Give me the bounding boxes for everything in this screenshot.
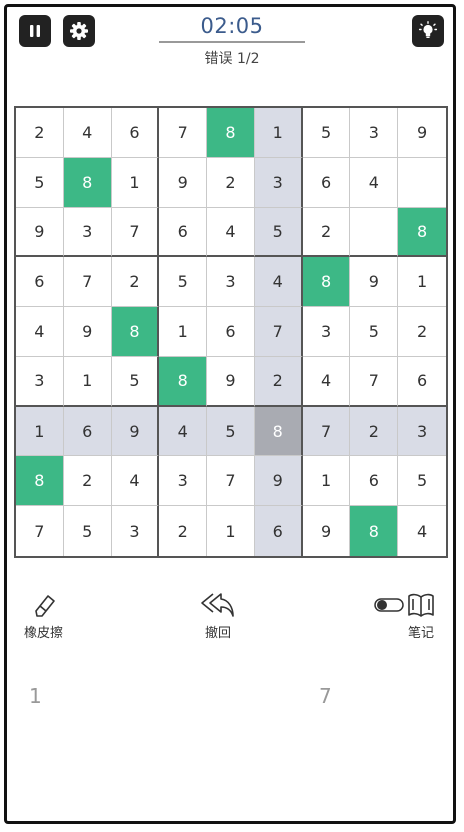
sudoku-cell-r1c1[interactable]: 2: [16, 108, 64, 158]
sudoku-cell-r8c4[interactable]: 3: [159, 456, 208, 507]
sudoku-cell-r9c9[interactable]: 4: [398, 506, 446, 556]
sudoku-cell-r3c6[interactable]: 5: [254, 207, 303, 258]
sudoku-cell-r1c8[interactable]: 3: [350, 108, 399, 158]
sudoku-cell-r7c1[interactable]: 1: [16, 406, 64, 457]
undo-label: 撤回: [204, 626, 231, 641]
sudoku-cell-r2c8[interactable]: 4: [350, 157, 399, 208]
sudoku-cell-r8c3[interactable]: 4: [111, 456, 160, 507]
sudoku-cell-r5c4[interactable]: 1: [159, 307, 208, 357]
sudoku-cell-r3c3[interactable]: 7: [111, 207, 160, 258]
sudoku-cell-r4c9[interactable]: 1: [398, 257, 446, 308]
sudoku-cell-r9c6[interactable]: 6: [254, 506, 303, 556]
sudoku-cell-r7c3[interactable]: 9: [111, 406, 160, 457]
sudoku-cell-r1c9[interactable]: 9: [398, 108, 446, 158]
sudoku-cell-r8c7[interactable]: 1: [302, 456, 351, 507]
sudoku-cell-r8c5[interactable]: 7: [207, 456, 255, 507]
timer-divider: [159, 41, 305, 43]
sudoku-cell-r4c8[interactable]: 9: [350, 257, 399, 308]
sudoku-cell-r9c5[interactable]: 1: [207, 506, 255, 556]
sudoku-cell-r1c7[interactable]: 5: [302, 108, 351, 158]
numpad-key-1[interactable]: 1: [29, 684, 42, 708]
sudoku-cell-r7c8[interactable]: 2: [350, 406, 399, 457]
sudoku-cell-r4c1[interactable]: 6: [16, 257, 64, 308]
sudoku-cell-r6c9[interactable]: 6: [398, 357, 446, 407]
sudoku-cell-r6c7[interactable]: 4: [302, 356, 351, 407]
sudoku-cell-r4c5[interactable]: 3: [207, 257, 255, 308]
lightbulb-icon: [418, 21, 438, 38]
eraser-label: 橡皮擦: [24, 626, 64, 641]
eraser-button[interactable]: 橡皮擦: [24, 590, 63, 641]
sudoku-cell-r8c9[interactable]: 5: [398, 456, 446, 507]
sudoku-cell-r6c5[interactable]: 9: [207, 356, 255, 407]
sudoku-cell-r6c2[interactable]: 1: [63, 356, 112, 407]
numpad-key-7[interactable]: 7: [319, 684, 332, 708]
undo-button[interactable]: 撤回: [199, 590, 237, 641]
sudoku-cell-r6c6[interactable]: 2: [254, 356, 303, 407]
sudoku-cell-r9c3[interactable]: 3: [112, 506, 160, 556]
sudoku-cell-r5c6[interactable]: 7: [254, 307, 303, 357]
sudoku-cell-r3c2[interactable]: 3: [63, 207, 112, 258]
sudoku-cell-r1c3[interactable]: 6: [111, 108, 160, 158]
notes-toggle-icon[interactable]: [374, 597, 404, 613]
timer: 02:05: [200, 14, 264, 38]
sudoku-cell-r9c7[interactable]: 9: [303, 506, 351, 556]
sudoku-cell-r6c4[interactable]: 8: [159, 356, 208, 407]
sudoku-cell-r7c7[interactable]: 7: [302, 406, 351, 457]
sudoku-cell-r5c8[interactable]: 5: [350, 307, 399, 357]
sudoku-cell-r3c5[interactable]: 4: [207, 207, 255, 258]
hint-button[interactable]: [412, 15, 444, 47]
sudoku-cell-r7c6[interactable]: 8: [254, 406, 303, 457]
sudoku-cell-r5c9[interactable]: 2: [398, 307, 446, 357]
sudoku-cell-r5c3[interactable]: 8: [111, 307, 160, 357]
sudoku-cell-r2c3[interactable]: 1: [111, 157, 160, 208]
sudoku-cell-r1c5[interactable]: 8: [207, 108, 255, 158]
sudoku-cell-r2c6[interactable]: 3: [254, 157, 303, 208]
sudoku-cell-r5c1[interactable]: 4: [16, 307, 64, 357]
sudoku-cell-r6c3[interactable]: 5: [111, 356, 160, 407]
sudoku-cell-r4c6[interactable]: 4: [254, 257, 303, 308]
sudoku-cell-r6c8[interactable]: 7: [350, 356, 399, 407]
undo-icon: [201, 593, 234, 617]
book-icon: [408, 593, 434, 617]
sudoku-cell-r9c8[interactable]: 8: [350, 506, 399, 556]
sudoku-cell-r2c9[interactable]: [398, 158, 446, 208]
sudoku-cell-r3c9[interactable]: 8: [398, 207, 446, 258]
sudoku-cell-r9c4[interactable]: 2: [159, 506, 208, 556]
sudoku-cell-r4c2[interactable]: 7: [63, 257, 112, 308]
sudoku-cell-r7c2[interactable]: 6: [63, 406, 112, 457]
sudoku-cell-r3c8[interactable]: [350, 207, 399, 258]
notes-button[interactable]: 笔记: [374, 590, 436, 641]
sudoku-cell-r7c4[interactable]: 4: [159, 406, 208, 457]
sudoku-cell-r2c7[interactable]: 6: [302, 157, 351, 208]
sudoku-cell-r3c7[interactable]: 2: [302, 207, 351, 258]
sudoku-board: 2467815395819236493764528672534891498167…: [14, 106, 448, 558]
sudoku-cell-r5c2[interactable]: 9: [63, 307, 112, 357]
sudoku-cell-r4c4[interactable]: 5: [159, 257, 208, 308]
sudoku-cell-r1c4[interactable]: 7: [159, 108, 208, 158]
mistake-counter: 错误 1/2: [204, 51, 260, 67]
sudoku-cell-r4c7[interactable]: 8: [302, 257, 351, 308]
sudoku-cell-r2c2[interactable]: 8: [63, 157, 112, 208]
sudoku-cell-r4c3[interactable]: 2: [111, 257, 160, 308]
sudoku-cell-r3c4[interactable]: 6: [159, 207, 208, 258]
sudoku-cell-r6c1[interactable]: 3: [16, 356, 64, 407]
sudoku-cell-r2c4[interactable]: 9: [159, 157, 208, 208]
sudoku-cell-r2c1[interactable]: 5: [16, 157, 64, 208]
sudoku-cell-r1c6[interactable]: 1: [254, 108, 303, 158]
sudoku-cell-r5c7[interactable]: 3: [302, 307, 351, 357]
sudoku-cell-r9c1[interactable]: 7: [16, 506, 64, 556]
sudoku-cell-r8c1[interactable]: 8: [16, 456, 64, 507]
sudoku-cell-r8c2[interactable]: 2: [63, 456, 112, 507]
sudoku-cell-r7c5[interactable]: 5: [207, 406, 255, 457]
sudoku-cell-r7c9[interactable]: 3: [398, 406, 446, 457]
sudoku-cell-r5c5[interactable]: 6: [207, 307, 255, 357]
sudoku-cell-r9c2[interactable]: 5: [64, 506, 112, 556]
sudoku-cell-r1c2[interactable]: 4: [63, 108, 112, 158]
eraser-icon: [34, 595, 55, 617]
notes-label: 笔记: [407, 626, 434, 641]
sudoku-cell-r3c1[interactable]: 9: [16, 207, 64, 258]
sudoku-cell-r8c6[interactable]: 9: [254, 456, 303, 507]
sudoku-cell-r8c8[interactable]: 6: [350, 456, 399, 507]
sudoku-cell-r2c5[interactable]: 2: [207, 157, 255, 208]
